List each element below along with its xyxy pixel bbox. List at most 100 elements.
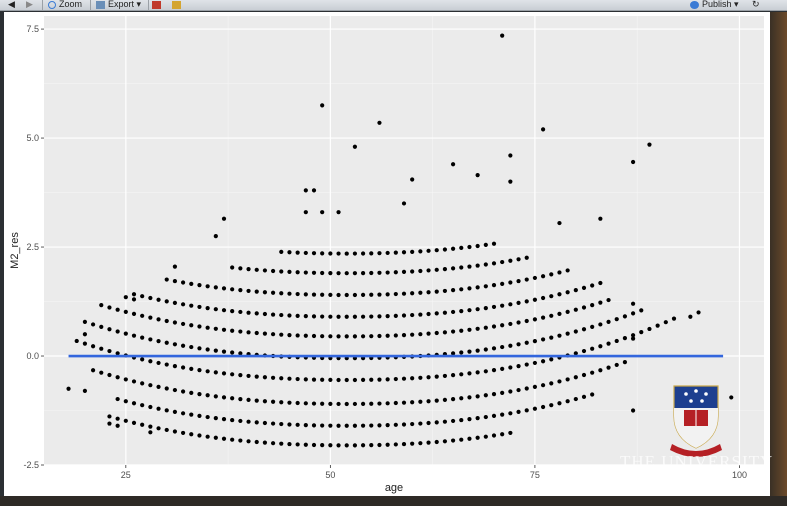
- data-point: [467, 244, 472, 250]
- data-point: [295, 400, 300, 406]
- data-point: [295, 333, 300, 338]
- data-point: [369, 377, 374, 382]
- data-point: [336, 377, 341, 383]
- data-point: [328, 251, 333, 256]
- data-point: [270, 399, 276, 404]
- publish-button[interactable]: Publish ▾: [690, 0, 739, 10]
- data-point: [573, 329, 578, 334]
- data-point: [164, 340, 169, 345]
- data-point: [336, 314, 341, 319]
- data-point: [475, 243, 480, 249]
- data-point: [369, 401, 374, 406]
- data-point: [467, 308, 472, 313]
- data-point: [295, 422, 300, 427]
- data-point: [524, 318, 529, 324]
- data-point: [148, 315, 153, 320]
- data-point: [598, 300, 603, 305]
- data-point: [328, 270, 333, 276]
- data-point: [491, 368, 497, 373]
- data-point: [82, 319, 88, 324]
- data-point: [573, 396, 578, 402]
- data-point: [156, 384, 161, 390]
- data-point: [320, 251, 325, 256]
- data-point: [352, 251, 358, 256]
- data-point: [148, 337, 153, 342]
- data-point: [540, 383, 546, 388]
- data-point: [189, 281, 194, 286]
- data-point: [369, 443, 374, 448]
- data-point: [459, 245, 464, 250]
- clear-plots-button[interactable]: [172, 0, 184, 10]
- data-point: [197, 346, 202, 351]
- data-point: [557, 401, 562, 406]
- data-point: [270, 332, 276, 337]
- data-point: [565, 290, 570, 295]
- data-point: [671, 316, 677, 321]
- refresh-icon[interactable]: ↻: [752, 0, 760, 10]
- data-point: [230, 265, 235, 270]
- data-point: [90, 344, 96, 349]
- data-point: [295, 270, 300, 275]
- data-point: [401, 291, 407, 296]
- data-point: [369, 314, 374, 319]
- data-point: [598, 344, 603, 349]
- data-point: [352, 401, 358, 407]
- data-point: [107, 305, 112, 310]
- data-point: [467, 349, 472, 354]
- data-point: [344, 314, 349, 319]
- data-point: [434, 289, 439, 294]
- data-point: [180, 343, 186, 348]
- back-arrow-icon[interactable]: ◀: [8, 0, 15, 10]
- data-point: [418, 290, 423, 295]
- data-point: [549, 313, 554, 318]
- window-edge: [770, 12, 787, 506]
- data-point: [238, 266, 243, 271]
- data-point: [393, 422, 398, 427]
- data-point: [360, 334, 366, 339]
- data-point: [450, 397, 456, 402]
- data-point: [180, 430, 186, 436]
- crest-star-icon: [700, 399, 704, 403]
- data-point: [221, 349, 227, 354]
- data-point: [614, 317, 619, 322]
- data-point: [360, 270, 366, 276]
- data-point: [500, 303, 505, 308]
- data-point: [540, 359, 546, 364]
- forward-arrow-icon[interactable]: ▶: [26, 0, 33, 10]
- watermark-line1: THE UNIVERSITY: [620, 452, 774, 471]
- data-point: [565, 377, 570, 382]
- data-point: [360, 401, 366, 406]
- data-point: [238, 438, 243, 443]
- data-point: [442, 288, 448, 294]
- remove-plot-button[interactable]: [152, 0, 164, 10]
- data-point: [99, 370, 104, 375]
- data-point: [311, 314, 317, 319]
- data-point: [459, 287, 464, 292]
- export-button[interactable]: Export ▾: [96, 0, 141, 10]
- zoom-button[interactable]: Zoom: [48, 0, 82, 10]
- data-point: [205, 434, 210, 439]
- x-tick-label: 25: [121, 470, 131, 480]
- data-point: [246, 439, 251, 444]
- data-point: [197, 304, 202, 310]
- data-point: [270, 290, 276, 295]
- data-point: [320, 314, 325, 319]
- data-point: [524, 340, 529, 345]
- data-point: [262, 331, 268, 336]
- data-point: [262, 268, 268, 273]
- data-point: [442, 397, 448, 402]
- data-point: [328, 334, 333, 339]
- data-point: [393, 250, 398, 255]
- data-point: [385, 442, 390, 447]
- data-point: [491, 324, 497, 329]
- data-point: [549, 294, 554, 299]
- data-point: [524, 408, 529, 413]
- crest-star-icon: [704, 392, 708, 396]
- y-axis-label: M2_res: [9, 232, 21, 269]
- data-point: [230, 328, 235, 333]
- data-point: [336, 271, 341, 276]
- data-point: [180, 389, 186, 394]
- x-tick-label: 50: [325, 470, 335, 480]
- data-point: [328, 292, 333, 297]
- data-point: [426, 420, 431, 426]
